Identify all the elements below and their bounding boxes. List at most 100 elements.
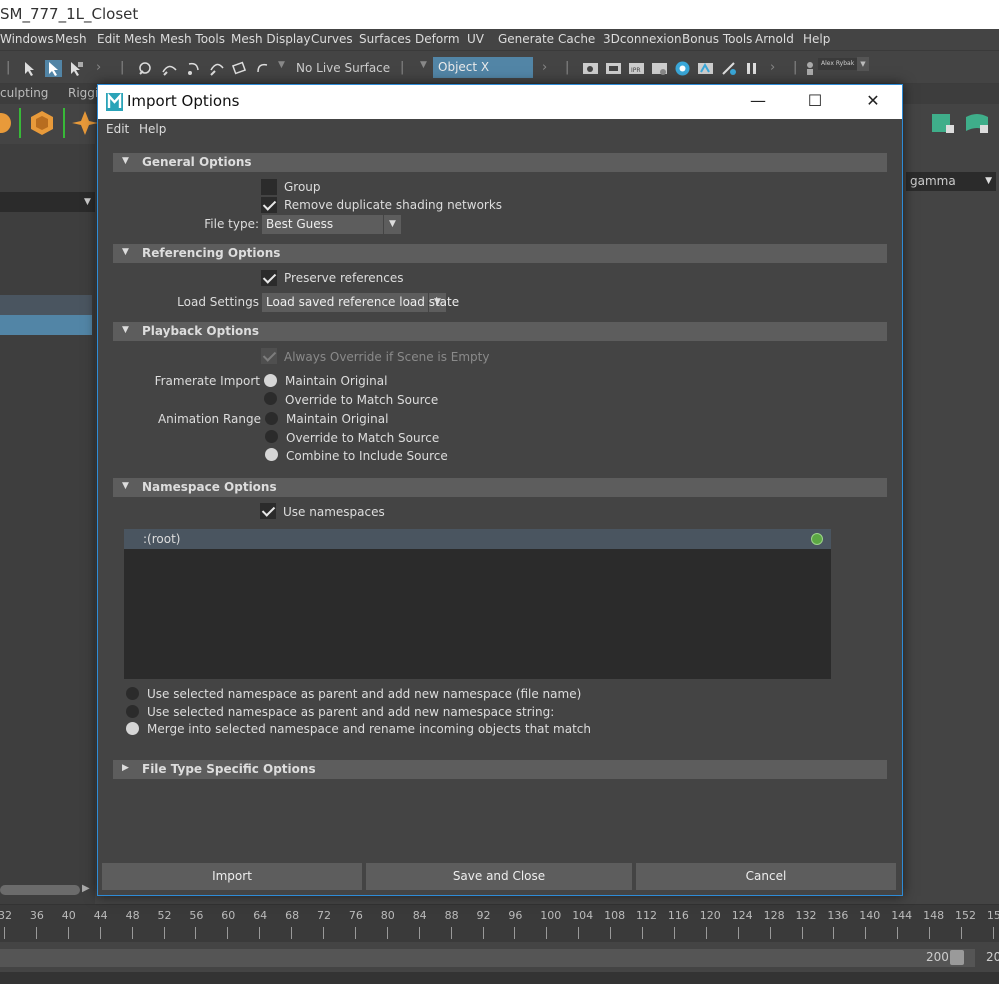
paint-select-icon[interactable] xyxy=(68,60,85,77)
save-and-close-button[interactable]: Save and Close xyxy=(366,863,632,890)
maximize-icon[interactable]: ☐ xyxy=(792,85,838,119)
chevron-right-icon[interactable]: › xyxy=(770,60,775,75)
preserve-references-checkbox[interactable] xyxy=(261,270,277,286)
anim-override-radio[interactable] xyxy=(265,430,278,443)
range-end-value[interactable]: 200 xyxy=(926,950,949,964)
framerate-override-radio[interactable] xyxy=(264,392,277,405)
outliner-row[interactable] xyxy=(0,295,92,315)
section-referencing-options[interactable]: ▼ Referencing Options xyxy=(113,244,887,263)
timeline-tick xyxy=(673,927,675,939)
hypershade-icon[interactable] xyxy=(674,60,691,77)
preserve-references-label: Preserve references xyxy=(284,271,404,285)
load-settings-dropdown[interactable]: Load saved reference load state ▼ xyxy=(262,293,459,312)
ns-parent-string-radio[interactable] xyxy=(126,705,139,718)
shelf-tool-icon[interactable] xyxy=(0,107,16,139)
menu-mesh[interactable]: Mesh xyxy=(55,29,87,51)
timeline-tick xyxy=(865,927,867,939)
snap-view-icon[interactable] xyxy=(208,60,225,77)
file-type-dropdown[interactable]: Best Guess ▼ xyxy=(262,215,401,234)
ipr-render-icon[interactable]: IPR xyxy=(628,60,645,77)
snap-grid-icon[interactable] xyxy=(137,60,154,77)
horizontal-scrollbar[interactable] xyxy=(0,885,80,895)
timeline-tick xyxy=(801,927,803,939)
minimize-icon[interactable]: — xyxy=(735,85,781,119)
app-title-bar: SM_777_1L_Closet xyxy=(0,0,999,29)
outliner-search-row[interactable]: ▼ xyxy=(0,192,95,212)
render-settings-icon[interactable] xyxy=(651,60,668,77)
chevron-right-icon[interactable]: › xyxy=(542,60,547,75)
object-field[interactable]: Object X xyxy=(433,57,533,78)
range-track[interactable] xyxy=(0,949,975,967)
menu-help[interactable]: Help xyxy=(803,29,830,51)
arnold-tool-icon[interactable] xyxy=(720,60,737,77)
menu-3dconnexion[interactable]: 3Dconnexion xyxy=(603,29,682,51)
shelf-star-icon[interactable] xyxy=(70,107,100,139)
menu-uv[interactable]: UV xyxy=(467,29,484,51)
import-button[interactable]: Import xyxy=(102,863,362,890)
section-file-type-specific[interactable]: ▶ File Type Specific Options xyxy=(113,760,887,779)
dropdown-arrow-icon[interactable]: ▼ xyxy=(278,60,285,70)
dialog-menu-help[interactable]: Help xyxy=(139,122,166,136)
ns-merge-label: Merge into selected namespace and rename… xyxy=(147,722,591,736)
section-namespace-options[interactable]: ▼ Namespace Options xyxy=(113,478,887,497)
menu-bonus-tools[interactable]: Bonus Tools xyxy=(682,29,752,51)
render-view-icon[interactable] xyxy=(582,60,599,77)
shelf-uv-icon[interactable] xyxy=(928,107,958,139)
section-general-options[interactable]: ▼ General Options xyxy=(113,153,887,172)
range-end-field[interactable]: 20 xyxy=(986,950,999,964)
shelf-uv-cut-icon[interactable] xyxy=(962,107,992,139)
dropdown-arrow-icon[interactable]: ▼ xyxy=(84,197,91,207)
pause-icon[interactable] xyxy=(743,60,760,77)
menu-surfaces[interactable]: Surfaces xyxy=(359,29,411,51)
menu-cache[interactable]: Cache xyxy=(558,29,595,51)
arnold-render-icon[interactable] xyxy=(697,60,714,77)
namespace-list[interactable]: :(root) xyxy=(124,529,831,679)
menu-generate[interactable]: Generate xyxy=(498,29,554,51)
menu-deform[interactable]: Deform xyxy=(415,29,460,51)
framerate-maintain-radio[interactable] xyxy=(264,374,277,387)
user-name-field[interactable]: Alex Rybak xyxy=(818,58,858,70)
close-icon[interactable]: ✕ xyxy=(850,85,896,119)
remove-duplicate-checkbox[interactable] xyxy=(261,197,277,213)
snap-surface-icon[interactable] xyxy=(231,60,248,77)
anim-combine-radio[interactable] xyxy=(265,448,278,461)
ns-parent-filename-radio[interactable] xyxy=(126,687,139,700)
select-tool-icon[interactable] xyxy=(22,60,39,77)
gamma-dropdown[interactable]: gamma ▼ xyxy=(906,172,996,191)
snap-curve-icon[interactable] xyxy=(161,60,178,77)
snap-point-icon[interactable] xyxy=(185,60,202,77)
dialog-menu-edit[interactable]: Edit xyxy=(106,122,129,136)
use-namespaces-checkbox[interactable] xyxy=(260,503,276,519)
timeline-tick xyxy=(705,927,707,939)
section-playback-options[interactable]: ▼ Playback Options xyxy=(113,322,887,341)
dropdown-arrow-icon: ▼ xyxy=(985,176,992,186)
cancel-button[interactable]: Cancel xyxy=(636,863,896,890)
menu-curves[interactable]: Curves xyxy=(311,29,353,51)
lasso-tool-icon[interactable] xyxy=(45,60,62,77)
menu-edit-mesh[interactable]: Edit Mesh xyxy=(97,29,156,51)
ns-merge-radio[interactable] xyxy=(126,722,139,735)
group-checkbox[interactable] xyxy=(261,179,277,195)
outliner-row-selected[interactable] xyxy=(0,315,92,335)
menu-arnold[interactable]: Arnold xyxy=(755,29,794,51)
dropdown-arrow-icon[interactable]: ▼ xyxy=(420,60,427,70)
tab-sculpting[interactable]: culpting xyxy=(0,84,54,104)
range-handle[interactable] xyxy=(950,950,964,965)
menu-mesh-display[interactable]: Mesh Display xyxy=(231,29,311,51)
menu-windows[interactable]: Windows xyxy=(0,29,54,51)
menu-mesh-tools[interactable]: Mesh Tools xyxy=(160,29,225,51)
dialog-title-bar[interactable]: Import Options — ☐ ✕ xyxy=(98,85,902,119)
user-dropdown-icon[interactable]: ▼ xyxy=(857,57,869,71)
chevron-right-icon[interactable]: › xyxy=(96,60,101,75)
time-slider[interactable]: 32 36 40 44 48 52 56 60 64 68 72 76 80 84 88 92 96 100 104… xyxy=(0,904,999,942)
timeline-tick xyxy=(929,927,931,939)
timeline-tick xyxy=(35,927,37,939)
scroll-right-icon[interactable]: ▶ xyxy=(82,883,90,894)
render-frame-icon[interactable] xyxy=(605,60,622,77)
anim-maintain-radio[interactable] xyxy=(265,412,278,425)
snap-live-icon[interactable] xyxy=(254,60,271,77)
live-surface-field[interactable]: No Live Surface xyxy=(292,59,392,78)
always-override-checkbox[interactable] xyxy=(261,348,277,364)
shelf-polygon-icon[interactable] xyxy=(27,107,57,139)
namespace-root-row[interactable]: :(root) xyxy=(124,529,831,549)
